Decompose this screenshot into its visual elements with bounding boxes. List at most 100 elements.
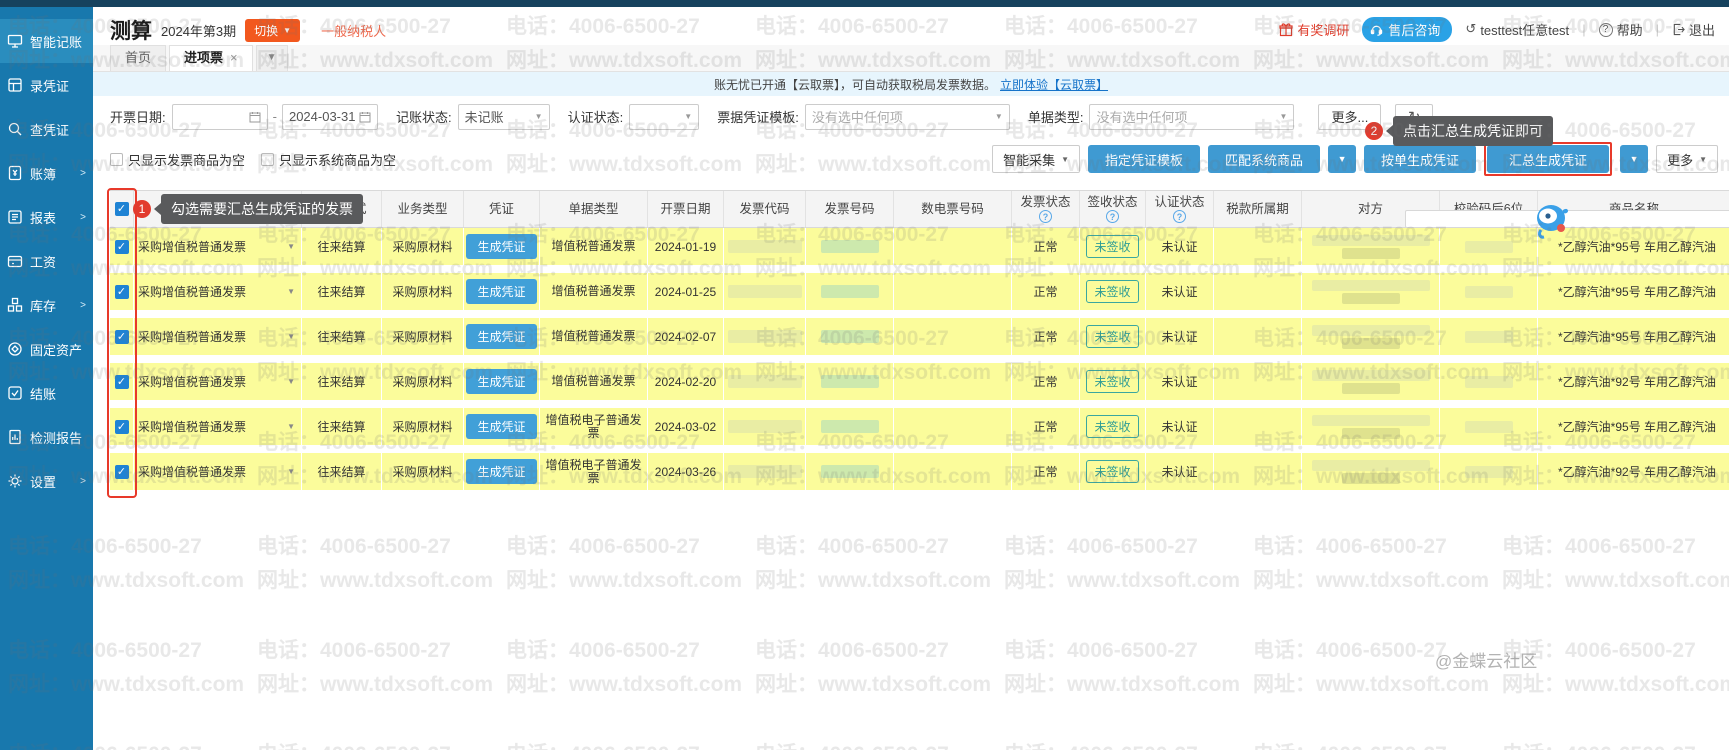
booking-status-select[interactable]: 未记账▼ [458,104,550,130]
sidebar-item-settings[interactable]: 设置 > [0,459,93,503]
tax-period-cell [1214,318,1302,355]
row-checkbox[interactable]: ✓ [115,420,129,434]
check-code-cell [1440,408,1538,445]
row-checkbox[interactable]: ✓ [115,285,129,299]
smart-collect-button[interactable]: 智能采集▼ [992,145,1080,173]
voucher-template-cell[interactable]: 采购增值税普通发票▼ [134,363,302,400]
redacted-value [728,375,802,388]
sign-status-button[interactable]: 未签收 [1086,235,1138,258]
sidebar-item-smart-bookkeeping[interactable]: 智能记账 [0,19,93,63]
invoice-status-cell: 正常 [1012,408,1080,445]
generate-voucher-button[interactable]: 生成凭证 [466,414,536,439]
sidebar-item-label: 库存 [30,296,56,315]
redacted-value [821,330,879,343]
voucher-template-cell[interactable]: 采购增值税普通发票▼ [134,318,302,355]
row-select-cell: ✓ [110,273,134,310]
survey-link[interactable]: 有奖调研 [1279,20,1349,39]
help-icon[interactable]: ? [1106,210,1119,223]
tab-home[interactable]: 首页 [110,45,166,71]
date-to-input[interactable]: 2024-03-31 [282,104,378,130]
sidebar-item-inspection-report[interactable]: 检测报告 [0,415,93,459]
doc-type-select[interactable]: 没有选中任何项▼ [1089,104,1294,130]
toolbar-buttons: 智能采集▼ 指定凭证模板 匹配系统商品 ▼ 按单生成凭证 汇总生成凭证 ▼ 更多… [992,142,1718,176]
generate-voucher-button[interactable]: 生成凭证 [466,369,536,394]
sign-status-button[interactable]: 未签收 [1086,370,1138,393]
date-from-input[interactable] [172,104,268,130]
sidebar-item-voucher-entry[interactable]: 录凭证 [0,63,93,107]
voucher-template-cell[interactable]: 采购增值税普通发票▼ [134,408,302,445]
row-checkbox[interactable]: ✓ [115,240,129,254]
notice-bar: 账无忧已开通【云取票】，可自动获取税局发票数据。 立即体验【云取票】 [93,72,1729,96]
digital-invoice-number-cell [894,453,1012,490]
gift-icon [1279,23,1293,37]
sidebar-item-inventory[interactable]: 库存 > [0,283,93,327]
chevron-down-icon: ▼ [287,467,295,476]
step2-tooltip: 点击汇总生成凭证即可 [1393,116,1553,146]
tax-period-cell [1214,273,1302,310]
cloud-ticket-link[interactable]: 立即体验【云取票】 [1000,76,1108,93]
invoice-table: ✓ 票据凭证模板 结算方式 业务类型 凭证 单据类型 开票日期 发票代码 发票号… [110,190,1729,498]
voucher-template-cell[interactable]: 采购增值税普通发票▼ [134,228,302,265]
tax-period-cell [1214,363,1302,400]
only-invoice-goods-empty-checkbox[interactable]: 只显示发票商品为空 [110,150,245,169]
more-actions-button[interactable]: 更多▼ [1656,145,1718,173]
voucher-template-cell[interactable]: 采购增值税普通发票▼ [134,453,302,490]
select-all-checkbox[interactable]: ✓ [115,202,129,216]
business-type-cell: 采购原材料 [382,273,464,310]
close-tab-icon[interactable]: × [230,50,238,65]
generate-voucher-button[interactable]: 生成凭证 [466,459,536,484]
col-sign-status: 签收状态? [1080,191,1146,227]
tab-list-dropdown[interactable]: ▼ [256,45,288,71]
sign-status-button[interactable]: 未签收 [1086,280,1138,303]
page-title: 测算 [110,15,152,45]
voucher-template-cell[interactable]: 采购增值税普通发票▼ [134,273,302,310]
help-link[interactable]: ? 帮助 [1599,20,1643,39]
invoice-date-cell: 2024-03-26 [648,453,724,490]
sidebar-item-fixed-assets[interactable]: 固定资产 [0,327,93,371]
assign-voucher-template-button[interactable]: 指定凭证模板 [1088,145,1200,173]
redacted-value [1312,325,1430,349]
match-goods-dropdown-button[interactable]: ▼ [1328,145,1356,173]
auth-status-select[interactable]: ▼ [629,104,699,130]
taxpayer-type-label: 一般纳税人 [321,21,386,40]
summary-generate-voucher-button[interactable]: 汇总生成凭证 [1487,145,1609,173]
invoice-number-cell [806,318,894,355]
sidebar-item-closing[interactable]: 结账 [0,371,93,415]
sidebar-item-ledger[interactable]: 账簿 > [0,151,93,195]
sidebar-item-label: 录凭证 [30,76,69,95]
sidebar-item-label: 固定资产 [30,340,82,359]
tab-input-invoices[interactable]: 进项票× [169,45,253,71]
only-system-goods-empty-checkbox[interactable]: 只显示系统商品为空 [261,150,396,169]
row-checkbox[interactable]: ✓ [115,330,129,344]
help-icon[interactable]: ? [1039,210,1052,223]
sidebar-item-payroll[interactable]: 工资 [0,239,93,283]
support-button[interactable]: 售后咨询 [1362,17,1452,42]
sidebar-item-reports[interactable]: 报表 > [0,195,93,239]
sign-status-button[interactable]: 未签收 [1086,415,1138,438]
generate-voucher-button[interactable]: 生成凭证 [466,324,536,349]
mascot-icon[interactable] [1533,198,1569,247]
sign-status-button[interactable]: 未签收 [1086,460,1138,483]
switch-period-button[interactable]: 切换▼ [245,19,300,42]
voucher-template-select[interactable]: 没有选中任何项▼ [805,104,1010,130]
doc-type-cell: 增值税电子普通发票 [540,453,648,490]
row-select-cell: ✓ [110,318,134,355]
sidebar-item-voucher-search[interactable]: 查凭证 [0,107,93,151]
row-checkbox[interactable]: ✓ [115,465,129,479]
voucher-cell: 生成凭证 [464,453,540,490]
per-doc-generate-voucher-button[interactable]: 按单生成凭证 [1364,145,1476,173]
match-system-goods-button[interactable]: 匹配系统商品 [1208,145,1320,173]
invoice-code-cell [724,228,806,265]
logout-link[interactable]: 退出 [1672,20,1715,39]
redacted-value [728,240,802,253]
help-icon[interactable]: ? [1173,210,1186,223]
sign-status-button[interactable]: 未签收 [1086,325,1138,348]
summary-voucher-dropdown-button[interactable]: ▼ [1620,145,1648,173]
check-code-cell [1440,453,1538,490]
generate-voucher-button[interactable]: 生成凭证 [466,279,536,304]
wallet-icon [7,253,23,269]
row-checkbox[interactable]: ✓ [115,375,129,389]
generate-voucher-button[interactable]: 生成凭证 [466,234,536,259]
invoice-date-cell: 2024-02-20 [648,363,724,400]
account-switch-link[interactable]: ↺ testtest任意test [1465,20,1569,39]
